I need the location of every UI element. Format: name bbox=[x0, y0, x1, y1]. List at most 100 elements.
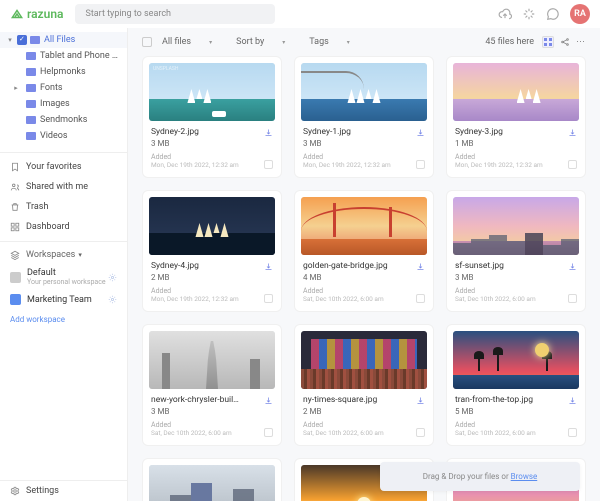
folder-item[interactable]: Helpmonks bbox=[0, 64, 127, 80]
download-icon[interactable] bbox=[264, 128, 273, 137]
file-card[interactable]: Sydney-3.jpg1 MBAddedMon, Dec 19th 2022,… bbox=[446, 56, 586, 178]
thumbnail[interactable]: UNSPLASH bbox=[149, 63, 275, 121]
file-checkbox[interactable] bbox=[264, 294, 273, 303]
folder-icon bbox=[26, 132, 36, 140]
thumbnail[interactable] bbox=[301, 63, 427, 121]
file-name: new-york-chrysler-buil… bbox=[151, 395, 239, 405]
added-label: Added bbox=[303, 153, 391, 161]
brand-logo[interactable]: razuna bbox=[10, 7, 63, 21]
folder-item[interactable]: Sendmonks bbox=[0, 112, 127, 128]
share-icon[interactable] bbox=[560, 37, 570, 47]
file-card[interactable]: Sydney-4.jpg2 MBAddedMon, Dec 19th 2022,… bbox=[142, 190, 282, 312]
file-size: 2 MB bbox=[303, 407, 425, 416]
sparkle-icon[interactable] bbox=[522, 7, 536, 21]
download-icon[interactable] bbox=[568, 128, 577, 137]
added-date: Sat, Dec 10th 2022, 6:00 am bbox=[455, 295, 536, 303]
download-icon[interactable] bbox=[416, 128, 425, 137]
workspaces-header[interactable]: Workspaces ▾ bbox=[0, 246, 127, 264]
file-name: Sydney-4.jpg bbox=[151, 261, 199, 271]
file-size: 3 MB bbox=[151, 139, 273, 148]
search-input[interactable]: Start typing to search bbox=[75, 4, 275, 24]
filter-tags[interactable]: Tags▾ bbox=[309, 37, 349, 47]
nav-trash[interactable]: Trash bbox=[0, 197, 127, 217]
upload-cloud-icon[interactable] bbox=[498, 7, 512, 21]
thumbnail[interactable] bbox=[149, 465, 275, 501]
added-date: Mon, Dec 19th 2022, 12:32 am bbox=[303, 161, 391, 169]
browse-link[interactable]: Browse bbox=[511, 472, 538, 481]
file-card[interactable] bbox=[142, 458, 282, 501]
view-grid-button[interactable] bbox=[542, 36, 554, 48]
download-icon[interactable] bbox=[568, 396, 577, 405]
thumbnail[interactable] bbox=[453, 331, 579, 389]
folder-item[interactable]: ▸Fonts bbox=[0, 80, 127, 96]
workspace-name: Default bbox=[27, 268, 108, 278]
checkbox[interactable] bbox=[17, 35, 27, 45]
gear-icon[interactable] bbox=[108, 295, 117, 304]
added-label: Added bbox=[151, 287, 239, 295]
download-icon[interactable] bbox=[416, 262, 425, 271]
added-date: Sat, Dec 10th 2022, 6:00 am bbox=[303, 295, 384, 303]
download-icon[interactable] bbox=[568, 262, 577, 271]
file-checkbox[interactable] bbox=[416, 160, 425, 169]
folder-item[interactable]: Tablet and Phone Mockup bbox=[0, 48, 127, 64]
download-icon[interactable] bbox=[264, 396, 273, 405]
select-all-checkbox[interactable] bbox=[142, 37, 152, 47]
user-avatar[interactable]: RA bbox=[570, 4, 590, 24]
toolbar: All files▾ Sort by▾ Tags▾ 45 files here … bbox=[128, 28, 600, 56]
chevron-down-icon: ▾ bbox=[282, 39, 285, 46]
thumbnail[interactable] bbox=[301, 197, 427, 255]
thumbnail[interactable] bbox=[301, 331, 427, 389]
gear-icon bbox=[10, 486, 20, 496]
bookmark-icon bbox=[10, 162, 20, 172]
download-icon[interactable] bbox=[264, 262, 273, 271]
file-name: Sydney-3.jpg bbox=[455, 127, 503, 137]
folder-icon bbox=[26, 68, 36, 76]
file-checkbox[interactable] bbox=[264, 160, 273, 169]
filter-all-files[interactable]: All files▾ bbox=[162, 37, 212, 47]
folder-root-all-files[interactable]: ▾ All Files bbox=[0, 32, 127, 48]
file-card[interactable]: UNSPLASHSydney-2.jpg3 MBAddedMon, Dec 19… bbox=[142, 56, 282, 178]
folder-label: Helpmonks bbox=[40, 67, 86, 77]
notification-icon[interactable] bbox=[546, 7, 560, 21]
file-size: 3 MB bbox=[455, 273, 577, 282]
gear-icon[interactable] bbox=[108, 273, 117, 282]
filter-sort-by[interactable]: Sort by▾ bbox=[236, 37, 285, 47]
nav-dashboard[interactable]: Dashboard bbox=[0, 217, 127, 237]
folder-item[interactable]: Images bbox=[0, 96, 127, 112]
thumbnail[interactable] bbox=[453, 63, 579, 121]
file-checkbox[interactable] bbox=[264, 428, 273, 437]
file-checkbox[interactable] bbox=[568, 160, 577, 169]
nav-favorites[interactable]: Your favorites bbox=[0, 157, 127, 177]
thumbnail[interactable] bbox=[453, 197, 579, 255]
add-workspace-button[interactable]: Add workspace bbox=[0, 309, 127, 330]
more-menu-icon[interactable]: ⋯ bbox=[576, 37, 586, 47]
file-card[interactable]: golden-gate-bridge.jpg4 MBAddedSat, Dec … bbox=[294, 190, 434, 312]
folder-icon bbox=[26, 116, 36, 124]
folder-label: Fonts bbox=[40, 83, 63, 93]
file-card[interactable]: sf-sunset.jpg3 MBAddedSat, Dec 10th 2022… bbox=[446, 190, 586, 312]
folder-icon bbox=[26, 84, 36, 92]
file-name: ny-times-square.jpg bbox=[303, 395, 377, 405]
file-card[interactable]: ny-times-square.jpg2 MBAddedSat, Dec 10t… bbox=[294, 324, 434, 446]
file-checkbox[interactable] bbox=[416, 294, 425, 303]
nav-shared[interactable]: Shared with me bbox=[0, 177, 127, 197]
file-checkbox[interactable] bbox=[416, 428, 425, 437]
file-checkbox[interactable] bbox=[568, 428, 577, 437]
folder-item[interactable]: Videos bbox=[0, 128, 127, 144]
workspace-item[interactable]: Marketing Team bbox=[0, 290, 127, 309]
workspace-item[interactable]: DefaultYour personal workspace bbox=[0, 264, 127, 290]
file-card[interactable]: Sydney-1.jpg3 MBAddedMon, Dec 19th 2022,… bbox=[294, 56, 434, 178]
file-card[interactable]: tran-from-the-top.jpg5 MBAddedSat, Dec 1… bbox=[446, 324, 586, 446]
folder-label: Images bbox=[40, 99, 70, 109]
file-card[interactable]: new-york-chrysler-buil…3 MBAddedSat, Dec… bbox=[142, 324, 282, 446]
file-size: 5 MB bbox=[455, 407, 577, 416]
file-checkbox[interactable] bbox=[568, 294, 577, 303]
thumbnail[interactable] bbox=[149, 331, 275, 389]
workspace-name: Marketing Team bbox=[27, 295, 108, 305]
download-icon[interactable] bbox=[416, 396, 425, 405]
drop-banner[interactable]: Drag & Drop your files or Browse bbox=[380, 462, 580, 491]
thumbnail[interactable] bbox=[149, 197, 275, 255]
nav-settings[interactable]: Settings bbox=[0, 481, 127, 501]
file-name: Sydney-2.jpg bbox=[151, 127, 199, 137]
file-size: 3 MB bbox=[303, 139, 425, 148]
